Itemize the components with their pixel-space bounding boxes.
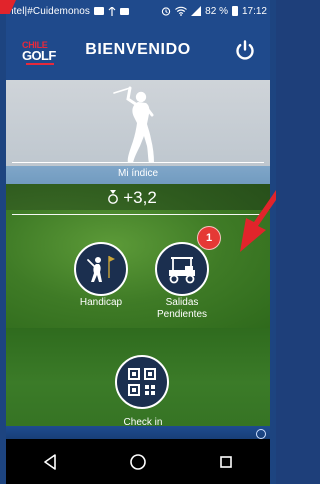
profile-divider-bottom	[12, 214, 264, 215]
nav-home-button[interactable]	[125, 449, 151, 475]
home-icon	[130, 453, 146, 470]
status-bar: ntel|#Cuidemonos 82 % 17:12	[6, 0, 270, 22]
android-nav-bar	[6, 439, 270, 484]
recents-icon	[220, 455, 232, 468]
app-header: CHILE GOLF BIENVENIDO	[6, 22, 270, 80]
salidas-badge: 1	[197, 226, 221, 250]
annotation-arrow-right	[236, 190, 276, 252]
alarm-icon	[162, 7, 171, 16]
messages-icon	[94, 7, 105, 15]
fairway-background	[6, 210, 270, 328]
salidas-pendientes-button[interactable]	[155, 242, 209, 296]
network-icon	[108, 6, 116, 16]
qr-code-icon	[128, 368, 156, 396]
battery-icon	[231, 6, 238, 16]
golfer-silhouette	[108, 85, 168, 171]
salidas-label-line-2: Pendientes	[156, 309, 208, 320]
wifi-icon	[175, 6, 188, 16]
bottom-info-strip	[6, 426, 270, 439]
handicap-label: Handicap	[79, 297, 123, 308]
golf-cart-icon	[169, 257, 195, 284]
nav-back-button[interactable]	[37, 449, 63, 475]
back-icon	[44, 453, 56, 470]
power-button[interactable]	[234, 39, 256, 61]
salidas-label: Salidas Pendientes	[145, 297, 219, 321]
page-title: BIENVENIDO	[85, 41, 191, 58]
sim-icon	[120, 7, 130, 15]
nav-recents-button[interactable]	[213, 449, 239, 475]
medal-icon	[108, 190, 119, 204]
handicap-button[interactable]	[74, 242, 128, 296]
handicap-golfer-icon	[87, 256, 115, 282]
status-right: 82 % 17:12	[161, 6, 267, 17]
logo-underline	[26, 63, 54, 65]
power-icon	[236, 40, 254, 60]
salidas-label-line-1: Salidas	[165, 297, 199, 308]
battery-percent: 82 %	[205, 5, 228, 17]
index-value-row: +3,2	[0, 188, 264, 208]
carrier-text: ntel|#Cuidemonos	[8, 5, 91, 17]
info-icon[interactable]	[256, 429, 266, 439]
index-value: +3,2	[123, 188, 157, 207]
clock: 17:12	[241, 5, 267, 17]
check-in-button[interactable]	[115, 355, 169, 409]
index-label: Mi índice	[117, 168, 158, 179]
status-icons	[94, 6, 130, 16]
golfer-icon	[113, 86, 154, 163]
signal-icon	[191, 6, 202, 16]
